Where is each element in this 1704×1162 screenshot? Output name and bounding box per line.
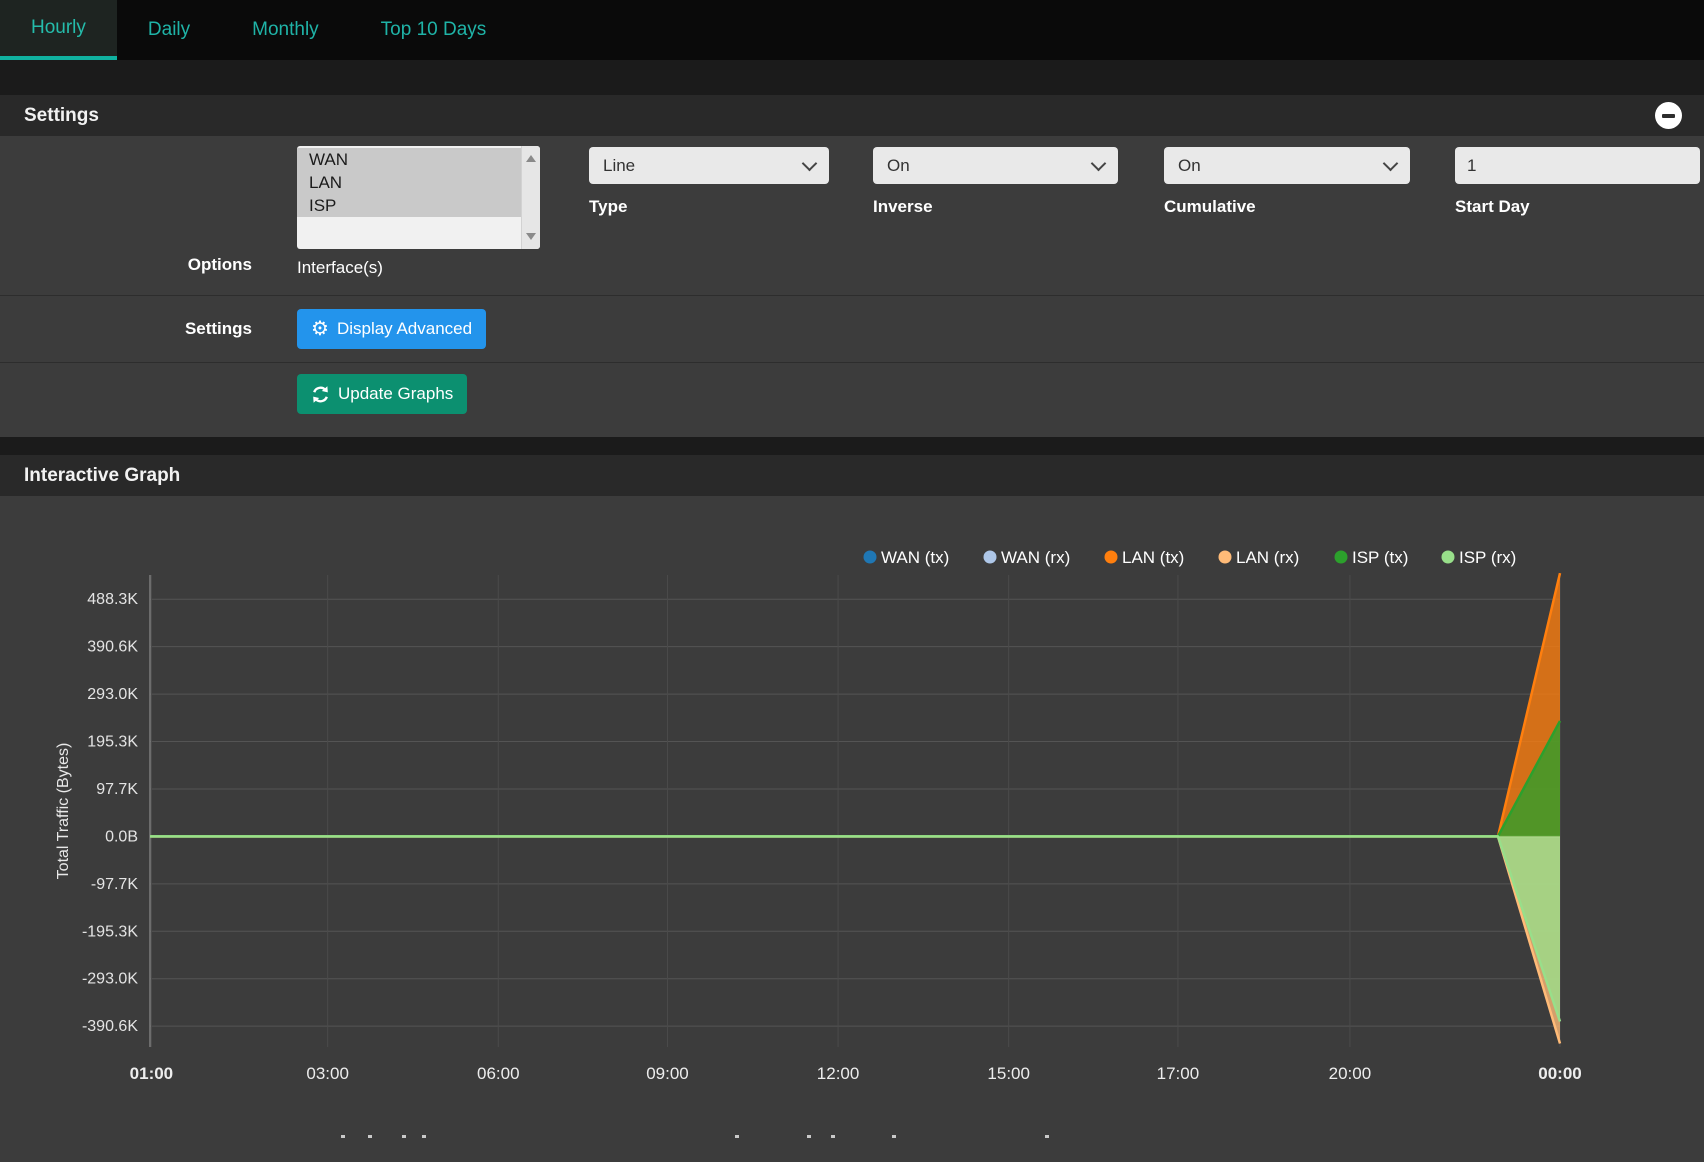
legend-swatch-ISP (tx)[interactable] [1335, 551, 1348, 564]
clipped-bottom-content [807, 1135, 811, 1138]
x-tick-label: 20:00 [1329, 1064, 1372, 1083]
y-tick-label: 390.6K [87, 639, 138, 656]
multiselect-scrollbar[interactable] [521, 146, 540, 249]
chevron-down-icon [1091, 156, 1107, 172]
x-tick-label: 15:00 [987, 1064, 1030, 1083]
display-advanced-label: Display Advanced [337, 319, 472, 339]
legend-label-ISP (rx)[interactable]: ISP (rx) [1459, 548, 1516, 567]
y-tick-label: 488.3K [87, 591, 138, 608]
settings-panel-title: Settings [24, 105, 99, 127]
scroll-down-icon[interactable] [526, 233, 536, 240]
gear-icon: ⚙ [311, 319, 329, 339]
clipped-bottom-content [422, 1135, 426, 1138]
series-area-ISP (rx) [150, 836, 1560, 1021]
graph-panel-title: Interactive Graph [24, 465, 180, 487]
refresh-icon [311, 385, 330, 404]
x-tick-label: 01:00 [130, 1064, 173, 1083]
page: Hourly Daily Monthly Top 10 Days Setting… [0, 0, 1704, 1162]
inverse-select-value: On [887, 156, 910, 176]
options-row-label: Options [0, 255, 252, 275]
tab-monthly[interactable]: Monthly [221, 0, 350, 60]
settings-row-label: Settings [0, 319, 252, 339]
inverse-label: Inverse [873, 197, 1118, 217]
legend-swatch-LAN (rx)[interactable] [1219, 551, 1232, 564]
scroll-up-icon[interactable] [526, 155, 536, 162]
series-area-LAN (tx) [150, 573, 1560, 836]
interfaces-options-list: WAN LAN ISP [297, 146, 521, 249]
legend-swatch-WAN (tx)[interactable] [864, 551, 877, 564]
update-graphs-button[interactable]: Update Graphs [297, 374, 467, 414]
x-tick-label: 09:00 [646, 1064, 689, 1083]
legend-swatch-ISP (rx)[interactable] [1442, 551, 1455, 564]
y-tick-label: -97.7K [91, 876, 138, 893]
interfaces-caption: Interface(s) [297, 258, 383, 278]
y-tick-label: -195.3K [82, 923, 138, 940]
row-separator [0, 362, 1704, 363]
settings-panel-header: Settings [0, 95, 1704, 136]
tab-top-10-days[interactable]: Top 10 Days [350, 0, 518, 60]
legend-label-LAN (tx)[interactable]: LAN (tx) [1122, 548, 1184, 567]
series-line-LAN (rx) [150, 836, 1560, 1043]
collapse-panel-button[interactable] [1655, 102, 1682, 129]
legend-label-LAN (rx)[interactable]: LAN (rx) [1236, 548, 1299, 567]
legend-label-WAN (rx)[interactable]: WAN (rx) [1001, 548, 1070, 567]
chevron-down-icon [1383, 156, 1399, 172]
y-axis-label: Total Traffic (Bytes) [55, 743, 72, 880]
y-tick-label: -390.6K [82, 1018, 138, 1035]
clipped-bottom-content [1045, 1135, 1049, 1138]
clipped-bottom-content [368, 1135, 372, 1138]
y-tick-label: 97.7K [96, 781, 138, 798]
series-line-LAN (tx) [150, 573, 1560, 836]
clipped-bottom-content [831, 1135, 835, 1138]
interface-option-isp[interactable]: ISP [297, 194, 521, 217]
cumulative-select-value: On [1178, 156, 1201, 176]
tab-daily[interactable]: Daily [117, 0, 221, 60]
traffic-chart[interactable]: 488.3K 390.6K 293.0K 195.3K 97.7K 0.0B -97.7K -… [0, 496, 1704, 1161]
interface-option-lan[interactable]: LAN [297, 171, 521, 194]
settings-panel: Settings Options WAN LAN ISP Interface(s… [0, 95, 1704, 437]
legend-swatch-WAN (rx)[interactable] [984, 551, 997, 564]
graph-panel-header: Interactive Graph [0, 455, 1704, 496]
series-line-ISP (tx) [150, 721, 1560, 836]
series-area-ISP (tx) [150, 721, 1560, 836]
inverse-select[interactable]: On [873, 147, 1118, 184]
type-label: Type [589, 197, 829, 217]
interfaces-multiselect[interactable]: WAN LAN ISP [297, 146, 540, 249]
y-tick-label: 195.3K [87, 734, 138, 751]
y-tick-label: 0.0B [105, 828, 138, 845]
x-tick-label: 12:00 [817, 1064, 860, 1083]
x-tick-label: 00:00 [1538, 1064, 1581, 1083]
chevron-down-icon [802, 156, 818, 172]
clipped-bottom-content [892, 1135, 896, 1138]
y-tick-label: -293.0K [82, 971, 138, 988]
minus-icon [1662, 114, 1675, 118]
tab-bar: Hourly Daily Monthly Top 10 Days [0, 0, 1704, 60]
legend-label-ISP (tx)[interactable]: ISP (tx) [1352, 548, 1408, 567]
x-tick-label: 03:00 [306, 1064, 349, 1083]
interactive-graph-panel: Interactive Graph 488.3K 390.6K 293.0K 195.… [0, 455, 1704, 1162]
series-line-ISP (rx) [150, 836, 1560, 1021]
type-select[interactable]: Line [589, 147, 829, 184]
start-day-label: Start Day [1455, 197, 1700, 217]
display-advanced-button[interactable]: ⚙ Display Advanced [297, 309, 486, 349]
cumulative-select[interactable]: On [1164, 147, 1410, 184]
type-select-value: Line [603, 156, 635, 176]
x-tick-label: 17:00 [1157, 1064, 1200, 1083]
interface-option-wan[interactable]: WAN [297, 148, 521, 171]
legend-label-WAN (tx)[interactable]: WAN (tx) [881, 548, 949, 567]
row-separator [0, 295, 1704, 296]
clipped-bottom-content [402, 1135, 406, 1138]
y-tick-label: 293.0K [87, 686, 138, 703]
update-graphs-label: Update Graphs [338, 384, 453, 404]
legend-swatch-LAN (tx)[interactable] [1105, 551, 1118, 564]
tab-hourly[interactable]: Hourly [0, 0, 117, 60]
start-day-input[interactable] [1455, 147, 1700, 184]
clipped-bottom-content [735, 1135, 739, 1138]
x-tick-label: 06:00 [477, 1064, 520, 1083]
cumulative-label: Cumulative [1164, 197, 1410, 217]
clipped-bottom-content [341, 1135, 345, 1138]
series-area-LAN (rx) [150, 836, 1560, 1043]
